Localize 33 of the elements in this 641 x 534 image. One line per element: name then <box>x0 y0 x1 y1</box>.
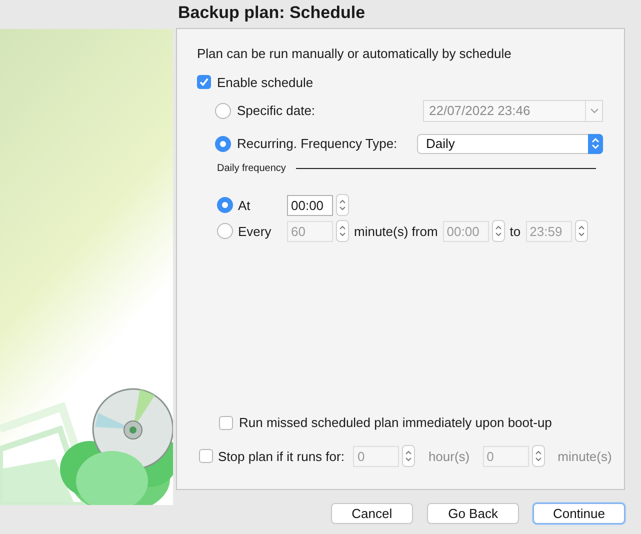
unit-label: to <box>510 224 521 238</box>
description-text: Plan can be run manually or automatically by schedule <box>197 46 512 61</box>
radio-label: Recurring. Frequency Type: <box>237 136 398 151</box>
unit-label: hour(s) <box>428 448 470 464</box>
dialog-button[interactable]: Continue <box>532 503 625 524</box>
radio-label: Specific date: <box>237 103 316 118</box>
stepper-icon[interactable] <box>336 194 349 216</box>
radio-label: At <box>238 198 252 212</box>
section-title: Daily frequency <box>217 163 286 174</box>
frequency-dropdown[interactable]: Daily <box>417 134 603 154</box>
unit-label: minute(s) from <box>354 224 438 238</box>
checkbox-label: Stop plan if it runs for: <box>218 448 344 464</box>
checkbox[interactable] <box>197 75 211 89</box>
updown-icon <box>591 137 600 150</box>
dialog-button[interactable]: Cancel <box>330 503 414 524</box>
chevron-icon <box>590 108 598 114</box>
stepper-icon[interactable] <box>574 220 588 242</box>
stepper-icon[interactable] <box>492 220 505 242</box>
checkbox[interactable] <box>219 416 233 430</box>
radio-button[interactable] <box>215 136 231 152</box>
page-title: Backup plan: Schedule <box>178 3 366 23</box>
stepper-icon[interactable] <box>336 220 349 242</box>
radio-button[interactable] <box>217 197 233 213</box>
unit-label: minute(s) <box>558 448 612 464</box>
checkbox[interactable] <box>199 449 213 463</box>
time-field[interactable]: 00:00 <box>287 194 333 216</box>
stepper-icon[interactable] <box>532 445 545 467</box>
stepper-icon[interactable] <box>402 445 416 467</box>
radio-label: Every <box>238 224 272 238</box>
checkbox-label: Run missed scheduled plan immediately upon boot-up <box>239 415 552 430</box>
dialog-button[interactable]: Go Back <box>427 503 519 524</box>
radio-button[interactable] <box>217 223 233 239</box>
checkbox-label: Enable schedule <box>217 74 314 90</box>
